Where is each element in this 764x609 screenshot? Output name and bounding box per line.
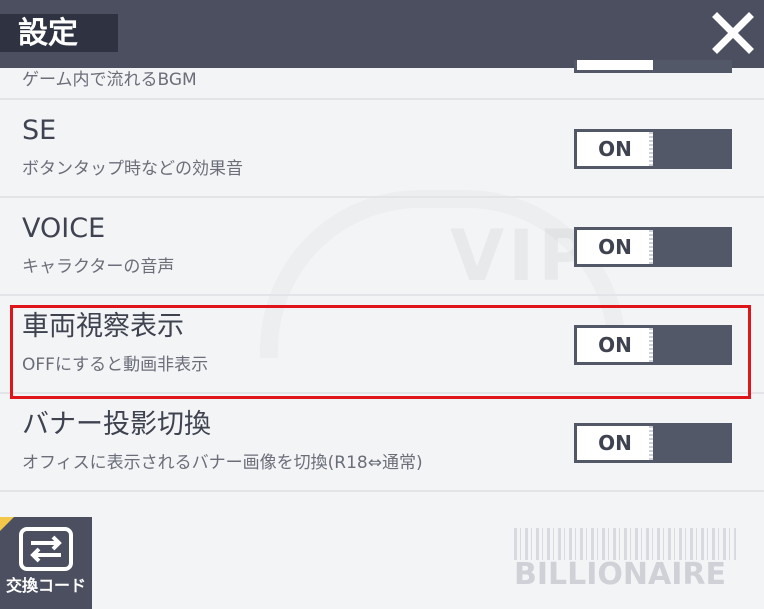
- corner-marker: [0, 517, 14, 531]
- setting-description: キャラクターの音声: [22, 257, 175, 277]
- setting-row-voice: VOICE キャラクターの音声 ON: [0, 198, 764, 296]
- settings-header: 設定: [0, 0, 764, 68]
- exchange-code-button[interactable]: 交換コード: [0, 517, 92, 609]
- toggle-label: ON: [598, 137, 632, 161]
- toggle-label: ON: [598, 431, 632, 455]
- toggle-knob: ON: [577, 426, 653, 460]
- bgm-description: ゲーム内で流れるBGM: [22, 70, 197, 90]
- toggle-label: ON: [598, 235, 632, 259]
- voice-toggle[interactable]: ON: [574, 227, 732, 267]
- setting-title: SE: [22, 115, 57, 146]
- setting-row-se: SE ボタンタップ時などの効果音 ON: [0, 100, 764, 198]
- page-title: 設定: [18, 16, 78, 51]
- close-icon: [712, 12, 754, 54]
- setting-title: バナー投影切換: [22, 409, 211, 440]
- exchange-icon: [19, 527, 73, 571]
- se-toggle[interactable]: ON: [574, 129, 732, 169]
- close-button[interactable]: [710, 10, 756, 56]
- brand-text: BILLIONAIRE: [514, 557, 727, 592]
- brand-logo: BILLIONAIRE: [514, 528, 736, 592]
- toggle-knob: ON: [577, 230, 653, 264]
- banner-toggle[interactable]: ON: [574, 423, 732, 463]
- bgm-toggle[interactable]: [574, 60, 732, 73]
- setting-description: オフィスに表示されるバナー画像を切換(R18⇔通常): [22, 453, 423, 473]
- toggle-knob: ON: [577, 132, 653, 166]
- setting-title: VOICE: [22, 213, 106, 244]
- setting-description: ボタンタップ時などの効果音: [22, 159, 243, 179]
- highlight-box: [10, 305, 751, 399]
- barcode-graphic: [514, 528, 736, 560]
- exchange-code-label: 交換コード: [5, 576, 86, 595]
- setting-row-banner: バナー投影切換 オフィスに表示されるバナー画像を切換(R18⇔通常) ON: [0, 394, 764, 492]
